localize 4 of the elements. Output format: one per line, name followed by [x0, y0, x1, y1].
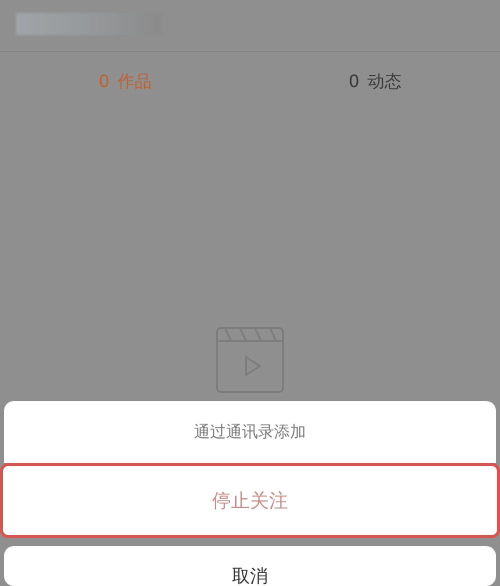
cancel-button[interactable]: 取消: [4, 546, 496, 586]
menu-option[interactable]: 通过通讯录添加: [4, 401, 496, 463]
profile-tab[interactable]: 0 动态: [250, 70, 500, 92]
unfollow-option[interactable]: 停止关注: [0, 463, 500, 538]
